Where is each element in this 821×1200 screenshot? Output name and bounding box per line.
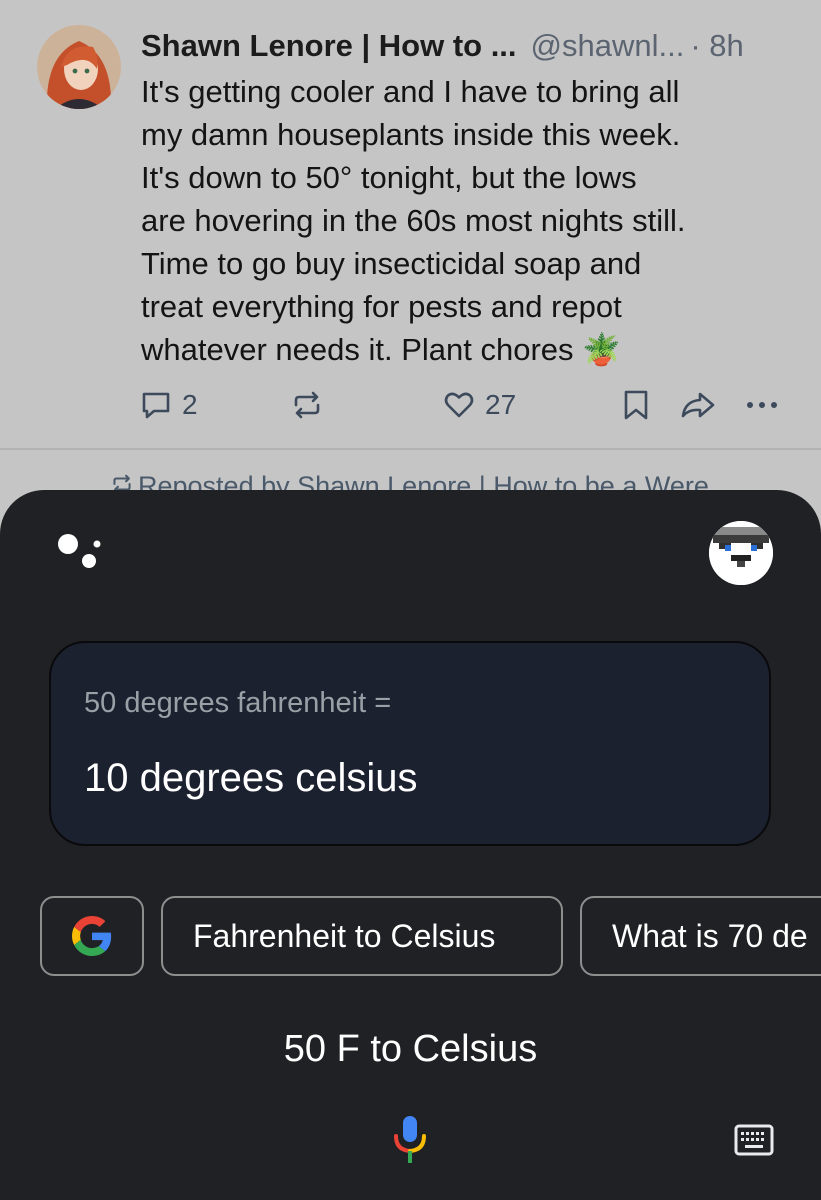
post-actions: 2 27	[0, 380, 821, 430]
like-icon	[444, 392, 474, 418]
post-time: · 8h	[690, 28, 744, 63]
mic-button[interactable]	[393, 1114, 427, 1166]
post-body-line: are hovering in the 60s most nights stil…	[141, 203, 686, 238]
author-handle: @shawnl...	[530, 28, 685, 63]
more-icon	[747, 402, 777, 408]
more-button[interactable]	[744, 380, 780, 430]
post-body-line: Time to go buy insecticidal soap and	[141, 246, 642, 281]
conversion-result: 10 degrees celsius	[84, 756, 418, 800]
like-count: 27	[485, 389, 517, 420]
repost-icon	[294, 391, 320, 419]
conversion-question: 50 degrees fahrenheit =	[84, 687, 392, 719]
answer-card[interactable]: 50 degrees fahrenheit = 10 degrees celsi…	[49, 641, 771, 846]
post-body: It's getting cooler and I have to bring …	[141, 70, 801, 371]
assistant-logo-icon	[58, 530, 108, 572]
post-body-line: It's getting cooler and I have to bring …	[141, 74, 680, 109]
post-body-line: It's down to 50° tonight, but the lows	[141, 160, 637, 195]
google-search-chip[interactable]	[40, 896, 144, 976]
author-avatar[interactable]	[37, 25, 121, 109]
reply-count: 2	[182, 389, 198, 420]
chip-what-is-70[interactable]: What is 70 de	[580, 896, 821, 976]
share-button[interactable]	[680, 380, 716, 430]
chip-fahrenheit-to-celsius[interactable]: Fahrenheit to Celsius	[161, 896, 563, 976]
google-g-icon	[72, 916, 112, 956]
reply-icon	[142, 392, 170, 419]
assistant-sheet: 50 degrees fahrenheit = 10 degrees celsi…	[0, 490, 821, 1200]
author-name[interactable]: Shawn Lenore | How to ...	[141, 28, 517, 63]
post-divider	[0, 448, 821, 450]
keyboard-button[interactable]	[734, 1124, 774, 1156]
profile-avatar[interactable]	[709, 521, 773, 585]
keyboard-icon	[734, 1124, 774, 1156]
spoken-query: 50 F to Celsius	[283, 1028, 538, 1070]
share-icon	[681, 392, 715, 418]
post-header: Shawn Lenore | How to ... @shawnl... · 8h	[141, 26, 801, 66]
post-time-value: 8h	[709, 28, 744, 63]
post-body-line: whatever needs it. Plant chores 🪴	[141, 332, 621, 367]
mic-icon	[394, 1116, 426, 1163]
post-body-line: treat everything for pests and repot	[141, 289, 622, 324]
post: Shawn Lenore | How to ... @shawnl... · 8h …	[0, 0, 821, 501]
post-body-line: my damn houseplants inside this week.	[141, 117, 681, 152]
bookmark-button[interactable]	[622, 380, 650, 430]
suggestion-chips: Fahrenheit to Celsius What is 70 de	[0, 896, 821, 978]
like-button[interactable]: 27	[443, 380, 516, 430]
reply-button[interactable]: 2	[140, 380, 198, 430]
bookmark-icon	[624, 390, 648, 420]
repost-button[interactable]	[290, 380, 324, 430]
